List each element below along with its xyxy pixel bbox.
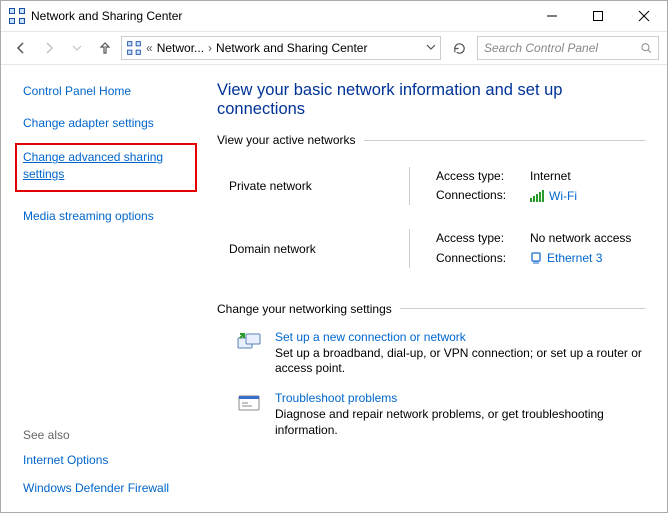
forward-button[interactable] — [37, 36, 61, 60]
setup-connection-link[interactable]: Set up a new connection or network — [275, 330, 645, 344]
breadcrumb-sep[interactable]: « — [146, 41, 153, 55]
maximize-button[interactable] — [575, 1, 621, 31]
connections-label: Connections: — [436, 249, 522, 268]
recent-dropdown[interactable] — [65, 36, 89, 60]
window-title: Network and Sharing Center — [31, 9, 182, 23]
access-type-value: Internet — [530, 167, 571, 186]
see-also-label: See also — [23, 428, 193, 442]
network-row-private: Private network Access type: Internet Con… — [217, 161, 645, 223]
chevron-right-icon[interactable]: › — [208, 41, 212, 55]
address-bar: « Networ... › Network and Sharing Center — [1, 31, 667, 65]
access-type-value: No network access — [530, 229, 631, 248]
ethernet-connection-link[interactable]: Ethernet 3 — [547, 250, 602, 266]
troubleshoot-desc: Diagnose and repair network problems, or… — [275, 407, 645, 438]
cp-home-link[interactable]: Control Panel Home — [23, 84, 131, 98]
ethernet-icon — [530, 251, 542, 265]
setup-connection-icon — [235, 330, 263, 358]
networking-settings-group: Change your networking settings Set up a… — [217, 302, 645, 462]
connections-label: Connections: — [436, 186, 522, 205]
troubleshoot-icon — [235, 391, 263, 419]
page-title: View your basic network information and … — [217, 81, 645, 119]
content-pane: View your basic network information and … — [211, 65, 667, 512]
app-icon — [9, 8, 25, 24]
wifi-icon — [530, 190, 544, 202]
change-advanced-sharing-link[interactable]: Change advanced sharing settings — [23, 150, 163, 180]
setup-connection-desc: Set up a broadband, dial-up, or VPN conn… — [275, 346, 645, 377]
search-input[interactable] — [484, 41, 634, 55]
media-streaming-link[interactable]: Media streaming options — [23, 209, 154, 223]
network-name-domain: Domain network — [229, 242, 409, 256]
up-button[interactable] — [93, 36, 117, 60]
minimize-button[interactable] — [529, 1, 575, 31]
breadcrumb-1[interactable]: Networ... — [157, 41, 204, 55]
search-icon — [640, 41, 652, 55]
network-name-private: Private network — [229, 179, 409, 193]
troubleshoot-link[interactable]: Troubleshoot problems — [275, 391, 645, 405]
titlebar: Network and Sharing Center — [1, 1, 667, 31]
wifi-connection-link[interactable]: Wi-Fi — [549, 188, 577, 204]
network-row-domain: Domain network Access type: No network ac… — [217, 223, 645, 285]
search-box[interactable] — [477, 36, 659, 60]
internet-options-link[interactable]: Internet Options — [23, 453, 108, 467]
address-dropdown[interactable] — [426, 41, 436, 55]
breadcrumb-2[interactable]: Network and Sharing Center — [216, 41, 367, 55]
change-adapter-link[interactable]: Change adapter settings — [23, 116, 154, 130]
access-type-label: Access type: — [436, 229, 522, 248]
highlighted-link-box: Change advanced sharing settings — [15, 143, 197, 191]
location-icon — [127, 41, 141, 55]
troubleshoot-row: Troubleshoot problems Diagnose and repai… — [235, 391, 645, 438]
back-button[interactable] — [9, 36, 33, 60]
access-type-label: Access type: — [436, 167, 522, 186]
active-networks-legend: View your active networks — [217, 133, 364, 147]
close-button[interactable] — [621, 1, 667, 31]
sidebar: Control Panel Home Change adapter settin… — [1, 65, 211, 512]
refresh-button[interactable] — [445, 36, 473, 60]
active-networks-group: View your active networks Private networ… — [217, 133, 645, 296]
setup-connection-row: Set up a new connection or network Set u… — [235, 330, 645, 377]
address-field[interactable]: « Networ... › Network and Sharing Center — [121, 36, 441, 60]
firewall-link[interactable]: Windows Defender Firewall — [23, 481, 169, 495]
networking-settings-legend: Change your networking settings — [217, 302, 400, 316]
